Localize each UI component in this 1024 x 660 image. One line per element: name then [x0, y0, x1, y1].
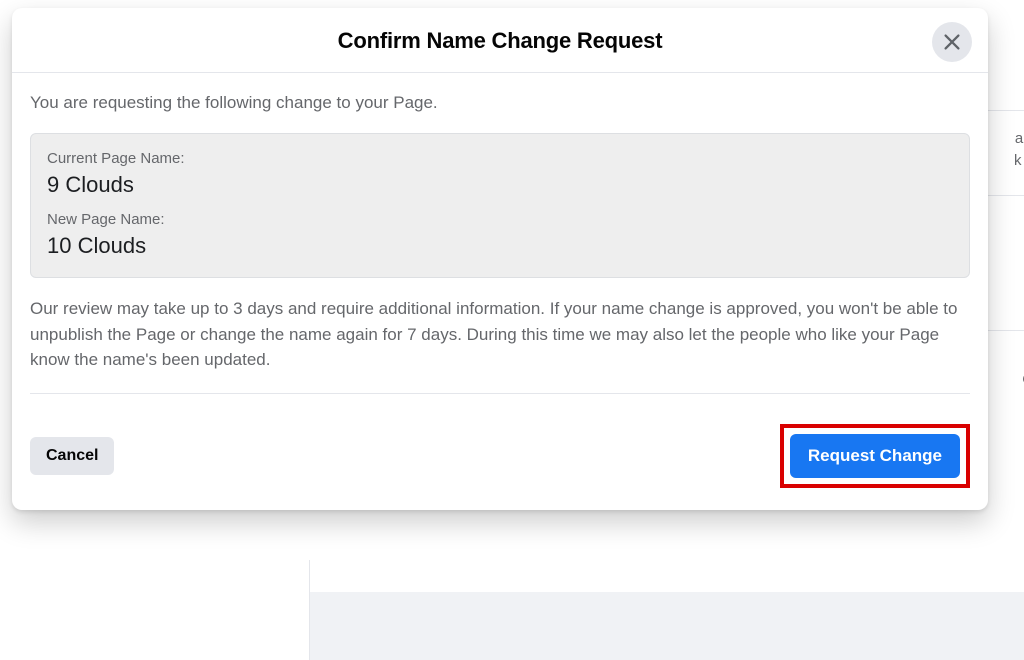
new-name-value: 10 Clouds	[47, 231, 953, 261]
name-change-summary-box: Current Page Name: 9 Clouds New Page Nam…	[30, 133, 970, 278]
modal-body: You are requesting the following change …	[12, 73, 988, 408]
request-change-button[interactable]: Request Change	[790, 434, 960, 478]
confirm-name-change-modal: Confirm Name Change Request You are requ…	[12, 8, 988, 510]
modal-footer: Cancel Request Change	[12, 408, 988, 510]
background-text-fragment: ame	[1015, 130, 1024, 147]
request-button-highlight: Request Change	[780, 424, 970, 488]
new-name-label: New Page Name:	[47, 209, 953, 230]
current-name-value: 9 Clouds	[47, 170, 953, 200]
background-text-fragment: k Pa	[1014, 152, 1024, 169]
intro-text: You are requesting the following change …	[30, 91, 970, 115]
close-icon	[941, 31, 963, 53]
cancel-button[interactable]: Cancel	[30, 437, 114, 475]
review-note-text: Our review may take up to 3 days and req…	[30, 296, 970, 394]
modal-header: Confirm Name Change Request	[12, 8, 988, 73]
current-name-label: Current Page Name:	[47, 148, 953, 169]
modal-title: Confirm Name Change Request	[72, 28, 928, 54]
close-button[interactable]	[932, 22, 972, 62]
background-sidebar	[0, 560, 310, 660]
